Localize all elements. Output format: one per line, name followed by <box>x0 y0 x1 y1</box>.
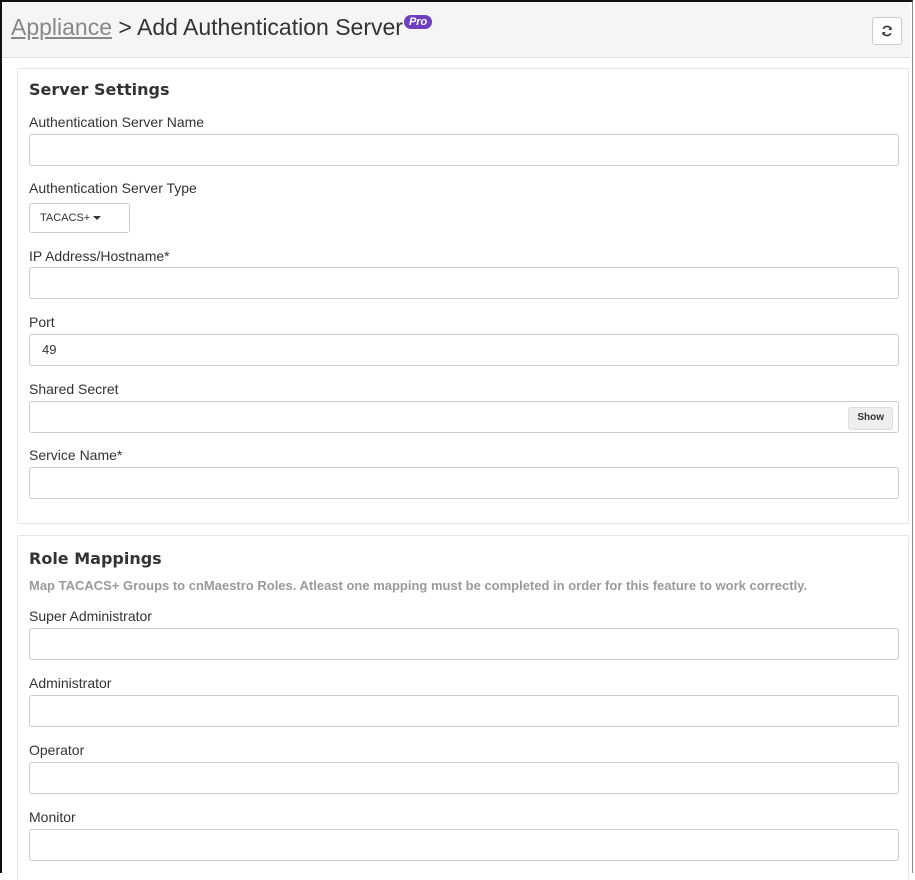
service-name-input[interactable] <box>29 467 899 499</box>
breadcrumb-separator: > <box>112 14 137 40</box>
super-admin-input[interactable] <box>29 628 899 660</box>
shared-secret-input[interactable]: Show <box>29 401 899 433</box>
operator-input[interactable] <box>29 762 899 794</box>
breadcrumb-appliance-link[interactable]: Appliance <box>11 14 112 40</box>
server-type-dropdown[interactable]: TACACS+ <box>29 203 130 233</box>
operator-label: Operator <box>29 742 85 758</box>
port-input[interactable]: 49 <box>29 334 899 366</box>
role-mappings-heading: Role Mappings <box>29 549 162 568</box>
page-title-text: Add Authentication Server <box>136 14 403 40</box>
monitor-label: Monitor <box>29 809 76 825</box>
ip-address-input[interactable] <box>29 267 899 299</box>
page-title: Appliance > Add Authentication Server Pro <box>11 14 433 41</box>
caret-down-icon <box>93 216 102 220</box>
server-name-label: Authentication Server Name <box>29 114 205 130</box>
refresh-button[interactable] <box>872 17 902 45</box>
page-header: Appliance > Add Authentication Server Pro <box>2 2 910 58</box>
server-name-input[interactable] <box>29 134 899 166</box>
service-name-label: Service Name* <box>29 447 123 463</box>
super-admin-label: Super Administrator <box>29 608 152 624</box>
monitor-input[interactable] <box>29 829 899 861</box>
server-settings-heading: Server Settings <box>29 80 170 99</box>
show-secret-button[interactable]: Show <box>848 407 893 430</box>
admin-input[interactable] <box>29 695 899 727</box>
server-type-label: Authentication Server Type <box>29 180 197 196</box>
port-label: Port <box>29 314 55 330</box>
pro-badge: Pro <box>403 15 433 29</box>
refresh-icon <box>882 25 892 37</box>
role-mappings-hint: Map TACACS+ Groups to cnMaestro Roles. A… <box>29 578 808 593</box>
admin-label: Administrator <box>29 675 112 691</box>
ip-address-label: IP Address/Hostname* <box>29 248 170 264</box>
server-type-selected: TACACS+ <box>40 212 91 224</box>
shared-secret-label: Shared Secret <box>29 381 119 397</box>
